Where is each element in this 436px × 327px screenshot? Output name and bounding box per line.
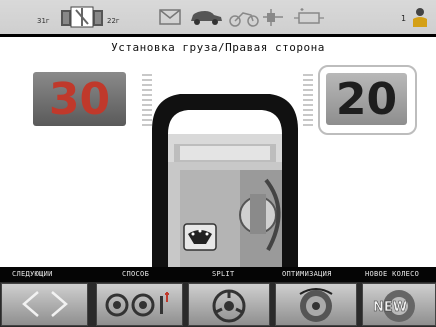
label-split: SPLIT — [212, 270, 235, 278]
envelope-icon[interactable] — [159, 9, 181, 25]
connector-icon[interactable] — [263, 9, 283, 26]
split-button[interactable] — [188, 283, 270, 326]
balancer-screen: 31г 22г 1 Установка груза/Правая сторона… — [0, 0, 436, 327]
label-optimization: ОПТИМИЗАЦИЯ — [282, 270, 332, 278]
right-small-label: 22г — [107, 17, 120, 25]
status-icons — [159, 8, 324, 27]
left-small-label: 31г — [37, 17, 50, 25]
method-button[interactable] — [96, 283, 183, 326]
motorcycle-icon[interactable] — [229, 12, 259, 27]
left-weight-display[interactable]: 30 — [33, 72, 126, 126]
top-status-bar: 31г 22г 1 — [0, 0, 436, 34]
optimization-button[interactable] — [275, 283, 357, 326]
optimization-icon — [299, 288, 333, 322]
split-wheel-icon — [212, 289, 246, 323]
user-count: 1 — [401, 14, 407, 23]
new-wheel-button[interactable]: NEW — [362, 283, 436, 326]
tire-cross-section — [152, 94, 298, 268]
next-button[interactable] — [1, 283, 88, 326]
new-wheel-icon: NEW — [373, 290, 415, 322]
right-weight-display[interactable]: 20 — [326, 73, 407, 125]
left-right-arrows-icon — [22, 291, 68, 317]
car-icon[interactable] — [191, 11, 222, 25]
battery-icon[interactable] — [294, 8, 324, 24]
user-icon[interactable] — [410, 6, 430, 28]
new-wheel-text: NEW — [373, 300, 407, 315]
balancing-method-icon — [105, 292, 169, 317]
label-method: СПОСОБ — [122, 270, 150, 278]
wheel-position-icon[interactable] — [60, 6, 104, 28]
label-next: СЛЕДУЮЩИИ — [12, 270, 53, 278]
topbar-divider — [0, 34, 436, 37]
screen-title: Установка груза/Правая сторона — [111, 41, 325, 54]
label-new-wheel: НОВОЕ КОЛЕСО — [365, 270, 420, 278]
